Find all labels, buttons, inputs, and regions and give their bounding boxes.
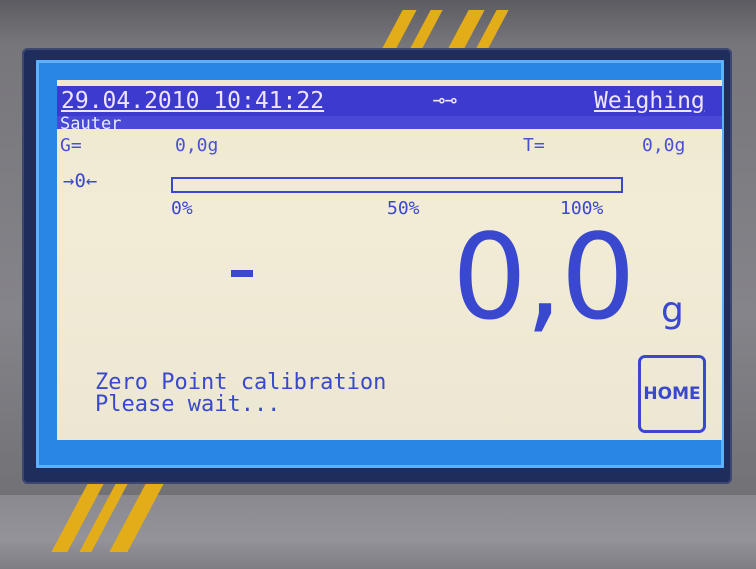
- lcd-screen: 29.04.2010 10:41:22 ⊸⊸ Weighing Sauter G…: [57, 80, 722, 440]
- capacity-bar: [171, 177, 623, 193]
- sign-indicator: [231, 270, 253, 277]
- tare-value: 0,0g: [642, 135, 686, 156]
- scale-housing: 29.04.2010 10:41:22 ⊸⊸ Weighing Sauter G…: [0, 0, 756, 569]
- tare-label: T=: [523, 135, 545, 156]
- mode-label: Weighing: [594, 88, 705, 114]
- datetime-display: 29.04.2010 10:41:22: [61, 88, 325, 114]
- weight-unit: g: [661, 290, 684, 331]
- gross-label: G=: [60, 135, 82, 156]
- capacity-label-50: 50%: [387, 198, 420, 219]
- gross-value: 0,0g: [175, 135, 219, 156]
- weight-value: 0,0: [452, 208, 636, 346]
- brand-row: [57, 116, 722, 129]
- brand-label: Sauter: [60, 114, 122, 134]
- zero-indicator-icon: →0←: [63, 170, 98, 192]
- capacity-label-0: 0%: [171, 198, 193, 219]
- status-message-line2: Please wait...: [95, 392, 281, 417]
- home-button[interactable]: HOME: [638, 355, 706, 433]
- housing-stripe: [409, 10, 443, 50]
- key-icon: ⊸⊸: [433, 88, 458, 112]
